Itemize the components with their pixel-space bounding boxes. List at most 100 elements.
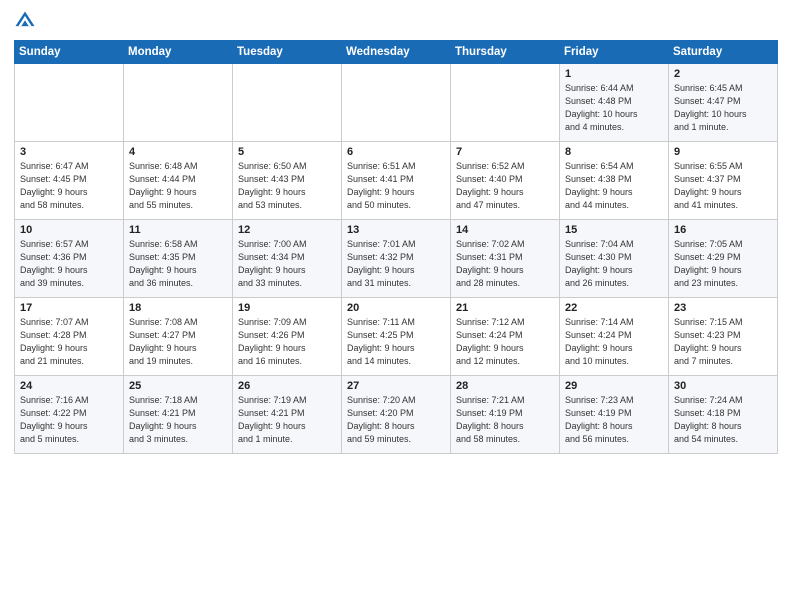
calendar-table: SundayMondayTuesdayWednesdayThursdayFrid… — [14, 40, 778, 454]
day-info: Sunrise: 7:08 AM Sunset: 4:27 PM Dayligh… — [129, 316, 227, 368]
day-info: Sunrise: 7:01 AM Sunset: 4:32 PM Dayligh… — [347, 238, 445, 290]
day-number: 1 — [565, 68, 663, 80]
day-info: Sunrise: 7:23 AM Sunset: 4:19 PM Dayligh… — [565, 394, 663, 446]
day-number: 28 — [456, 380, 554, 392]
day-info: Sunrise: 6:47 AM Sunset: 4:45 PM Dayligh… — [20, 160, 118, 212]
calendar-cell: 17 Sunrise: 7:07 AM Sunset: 4:28 PM Dayli… — [15, 298, 124, 376]
calendar-cell: 11 Sunrise: 6:58 AM Sunset: 4:35 PM Dayli… — [124, 220, 233, 298]
day-info: Sunrise: 7:19 AM Sunset: 4:21 PM Dayligh… — [238, 394, 336, 446]
calendar-cell: 20Sunrise: 7:11 AM Sunset: 4:25 PM Dayli… — [342, 298, 451, 376]
day-number: 10 — [20, 224, 118, 236]
calendar-cell: 5 Sunrise: 6:50 AM Sunset: 4:43 PM Daylig… — [233, 142, 342, 220]
calendar-cell: 12Sunrise: 7:00 AM Sunset: 4:34 PM Dayli… — [233, 220, 342, 298]
week-row-5: 24Sunrise: 7:16 AM Sunset: 4:22 PM Dayli… — [15, 376, 778, 454]
header-cell-thursday: Thursday — [451, 41, 560, 64]
calendar-cell: 2Sunrise: 6:45 AM Sunset: 4:47 PM Daylig… — [669, 64, 778, 142]
calendar-cell: 13 Sunrise: 7:01 AM Sunset: 4:32 PM Dayli… — [342, 220, 451, 298]
day-info: Sunrise: 6:52 AM Sunset: 4:40 PM Dayligh… — [456, 160, 554, 212]
day-number: 18 — [129, 302, 227, 314]
day-info: Sunrise: 7:15 AM Sunset: 4:23 PM Dayligh… — [674, 316, 772, 368]
calendar-cell: 21 Sunrise: 7:12 AM Sunset: 4:24 PM Dayli… — [451, 298, 560, 376]
day-info: Sunrise: 7:12 AM Sunset: 4:24 PM Dayligh… — [456, 316, 554, 368]
day-number: 16 — [674, 224, 772, 236]
day-info: Sunrise: 6:55 AM Sunset: 4:37 PM Dayligh… — [674, 160, 772, 212]
calendar-cell: 19Sunrise: 7:09 AM Sunset: 4:26 PM Dayli… — [233, 298, 342, 376]
calendar-cell: 27 Sunrise: 7:20 AM Sunset: 4:20 PM Dayli… — [342, 376, 451, 454]
calendar-cell: 15 Sunrise: 7:04 AM Sunset: 4:30 PM Dayli… — [560, 220, 669, 298]
day-number: 11 — [129, 224, 227, 236]
calendar-cell: 1Sunrise: 6:44 AM Sunset: 4:48 PM Daylig… — [560, 64, 669, 142]
week-row-3: 10 Sunrise: 6:57 AM Sunset: 4:36 PM Dayli… — [15, 220, 778, 298]
day-info: Sunrise: 6:57 AM Sunset: 4:36 PM Dayligh… — [20, 238, 118, 290]
day-number: 23 — [674, 302, 772, 314]
day-number: 14 — [456, 224, 554, 236]
header — [14, 10, 778, 32]
day-info: Sunrise: 7:14 AM Sunset: 4:24 PM Dayligh… — [565, 316, 663, 368]
day-info: Sunrise: 7:21 AM Sunset: 4:19 PM Dayligh… — [456, 394, 554, 446]
day-info: Sunrise: 7:11 AM Sunset: 4:25 PM Dayligh… — [347, 316, 445, 368]
day-number: 5 — [238, 146, 336, 158]
logo-icon — [14, 10, 36, 32]
day-info: Sunrise: 7:04 AM Sunset: 4:30 PM Dayligh… — [565, 238, 663, 290]
calendar-cell: 26 Sunrise: 7:19 AM Sunset: 4:21 PM Dayli… — [233, 376, 342, 454]
page: SundayMondayTuesdayWednesdayThursdayFrid… — [0, 0, 792, 612]
day-info: Sunrise: 6:45 AM Sunset: 4:47 PM Dayligh… — [674, 82, 772, 134]
calendar-cell: 9 Sunrise: 6:55 AM Sunset: 4:37 PM Daylig… — [669, 142, 778, 220]
header-cell-tuesday: Tuesday — [233, 41, 342, 64]
calendar-cell: 25 Sunrise: 7:18 AM Sunset: 4:21 PM Dayli… — [124, 376, 233, 454]
day-info: Sunrise: 6:51 AM Sunset: 4:41 PM Dayligh… — [347, 160, 445, 212]
day-info: Sunrise: 7:20 AM Sunset: 4:20 PM Dayligh… — [347, 394, 445, 446]
calendar-cell: 18 Sunrise: 7:08 AM Sunset: 4:27 PM Dayli… — [124, 298, 233, 376]
day-number: 15 — [565, 224, 663, 236]
header-cell-sunday: Sunday — [15, 41, 124, 64]
header-cell-monday: Monday — [124, 41, 233, 64]
calendar-cell: 14 Sunrise: 7:02 AM Sunset: 4:31 PM Dayli… — [451, 220, 560, 298]
calendar-cell: 3 Sunrise: 6:47 AM Sunset: 4:45 PM Daylig… — [15, 142, 124, 220]
calendar-cell: 8Sunrise: 6:54 AM Sunset: 4:38 PM Daylig… — [560, 142, 669, 220]
day-number: 3 — [20, 146, 118, 158]
day-info: Sunrise: 6:48 AM Sunset: 4:44 PM Dayligh… — [129, 160, 227, 212]
calendar-cell: 6 Sunrise: 6:51 AM Sunset: 4:41 PM Daylig… — [342, 142, 451, 220]
calendar-cell: 29 Sunrise: 7:23 AM Sunset: 4:19 PM Dayli… — [560, 376, 669, 454]
header-cell-saturday: Saturday — [669, 41, 778, 64]
day-info: Sunrise: 7:02 AM Sunset: 4:31 PM Dayligh… — [456, 238, 554, 290]
calendar-cell: 4 Sunrise: 6:48 AM Sunset: 4:44 PM Daylig… — [124, 142, 233, 220]
day-number: 30 — [674, 380, 772, 392]
calendar-cell: 22 Sunrise: 7:14 AM Sunset: 4:24 PM Dayli… — [560, 298, 669, 376]
week-row-1: 1Sunrise: 6:44 AM Sunset: 4:48 PM Daylig… — [15, 64, 778, 142]
day-number: 13 — [347, 224, 445, 236]
calendar-cell: 30 Sunrise: 7:24 AM Sunset: 4:18 PM Dayli… — [669, 376, 778, 454]
day-info: Sunrise: 7:18 AM Sunset: 4:21 PM Dayligh… — [129, 394, 227, 446]
day-number: 21 — [456, 302, 554, 314]
header-row: SundayMondayTuesdayWednesdayThursdayFrid… — [15, 41, 778, 64]
day-number: 27 — [347, 380, 445, 392]
day-info: Sunrise: 7:07 AM Sunset: 4:28 PM Dayligh… — [20, 316, 118, 368]
calendar-header: SundayMondayTuesdayWednesdayThursdayFrid… — [15, 41, 778, 64]
day-number: 25 — [129, 380, 227, 392]
week-row-2: 3 Sunrise: 6:47 AM Sunset: 4:45 PM Daylig… — [15, 142, 778, 220]
day-number: 22 — [565, 302, 663, 314]
week-row-4: 17 Sunrise: 7:07 AM Sunset: 4:28 PM Dayli… — [15, 298, 778, 376]
calendar-cell: 7Sunrise: 6:52 AM Sunset: 4:40 PM Daylig… — [451, 142, 560, 220]
day-number: 9 — [674, 146, 772, 158]
calendar-cell: 10 Sunrise: 6:57 AM Sunset: 4:36 PM Dayli… — [15, 220, 124, 298]
day-info: Sunrise: 6:50 AM Sunset: 4:43 PM Dayligh… — [238, 160, 336, 212]
day-number: 29 — [565, 380, 663, 392]
day-number: 24 — [20, 380, 118, 392]
day-info: Sunrise: 7:24 AM Sunset: 4:18 PM Dayligh… — [674, 394, 772, 446]
calendar-cell — [15, 64, 124, 142]
day-info: Sunrise: 7:09 AM Sunset: 4:26 PM Dayligh… — [238, 316, 336, 368]
calendar-cell — [233, 64, 342, 142]
day-info: Sunrise: 6:54 AM Sunset: 4:38 PM Dayligh… — [565, 160, 663, 212]
calendar-cell: 16Sunrise: 7:05 AM Sunset: 4:29 PM Dayli… — [669, 220, 778, 298]
calendar-cell — [342, 64, 451, 142]
day-number: 6 — [347, 146, 445, 158]
day-number: 4 — [129, 146, 227, 158]
day-number: 17 — [20, 302, 118, 314]
calendar-cell: 28 Sunrise: 7:21 AM Sunset: 4:19 PM Dayli… — [451, 376, 560, 454]
day-info: Sunrise: 6:58 AM Sunset: 4:35 PM Dayligh… — [129, 238, 227, 290]
calendar-cell: 23 Sunrise: 7:15 AM Sunset: 4:23 PM Dayli… — [669, 298, 778, 376]
day-number: 26 — [238, 380, 336, 392]
header-cell-friday: Friday — [560, 41, 669, 64]
header-cell-wednesday: Wednesday — [342, 41, 451, 64]
